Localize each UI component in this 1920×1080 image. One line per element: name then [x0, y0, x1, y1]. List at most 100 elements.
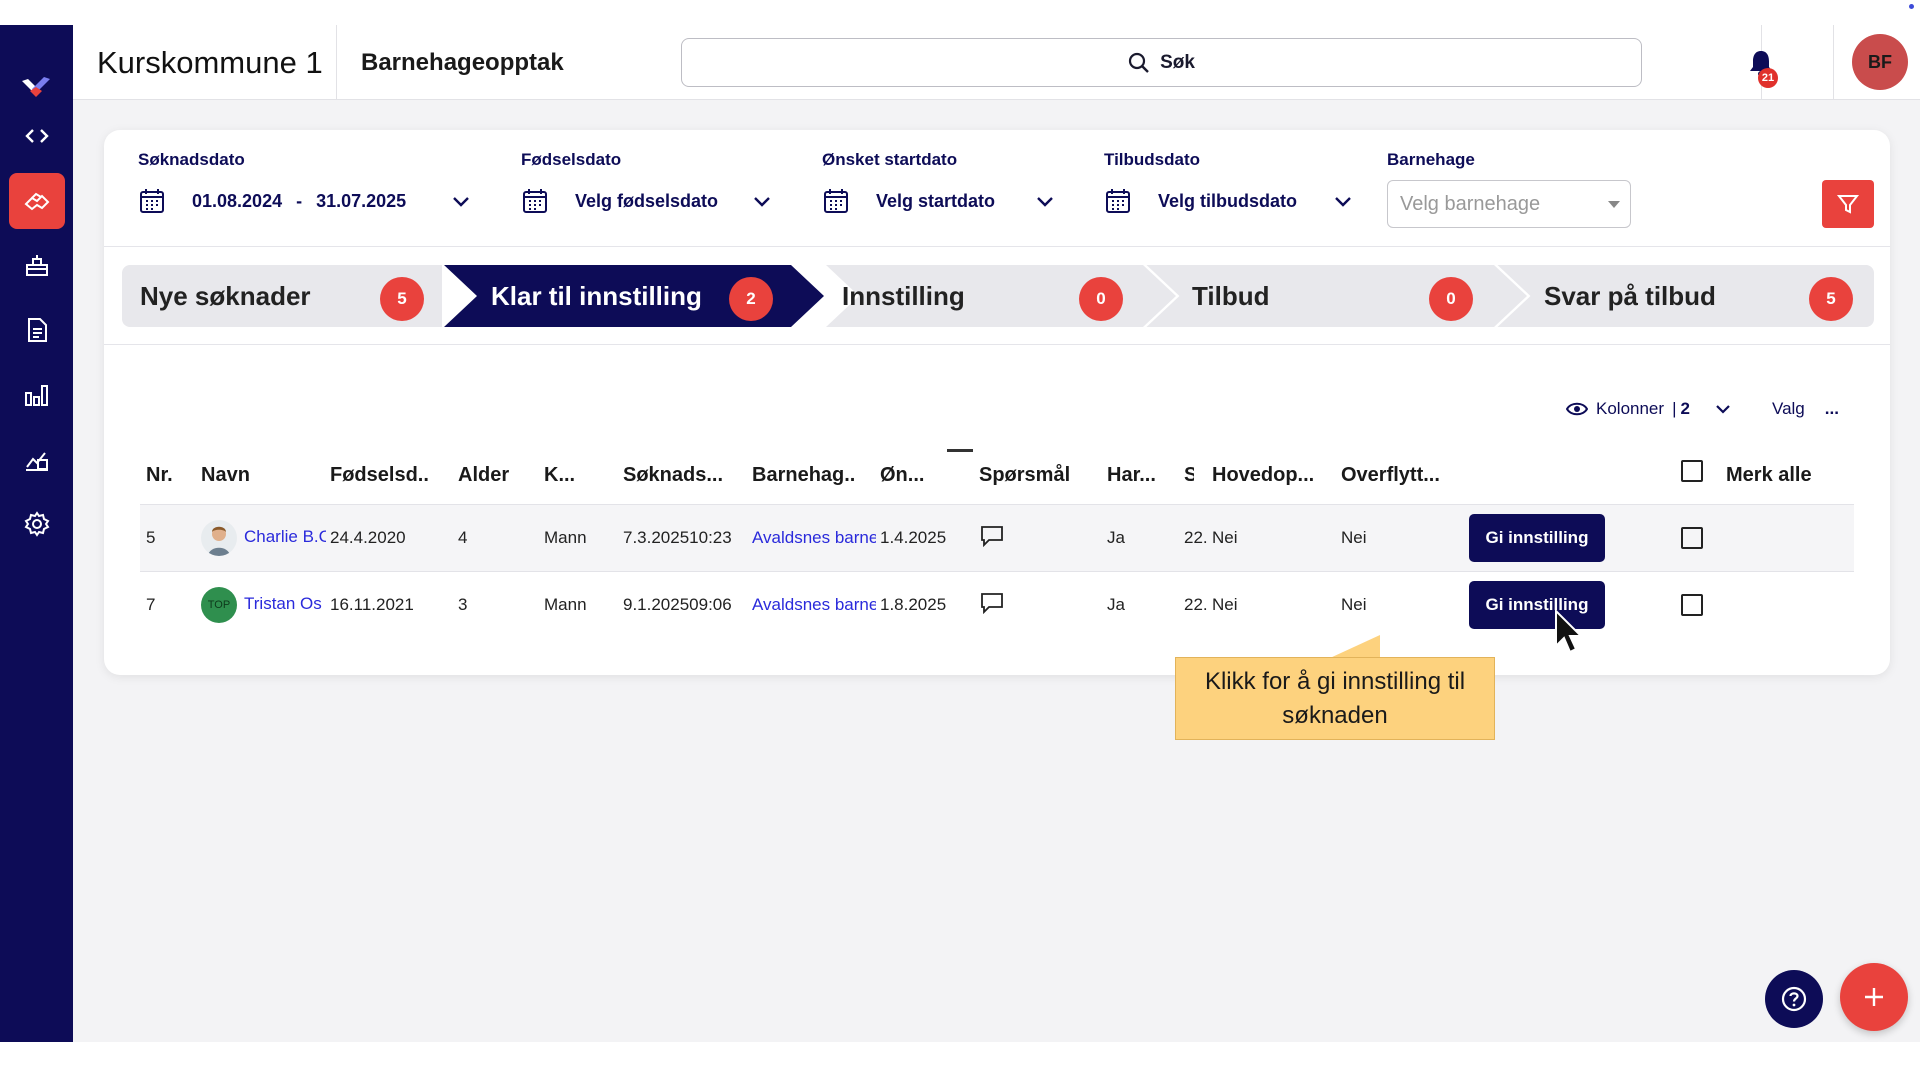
cell-start-date: 1.8.2025	[880, 595, 947, 614]
options-menu[interactable]: Valg ...	[1772, 394, 1839, 424]
row-checkbox[interactable]	[1681, 594, 1703, 616]
sidebar	[0, 25, 73, 1042]
sidebar-item-toggle[interactable]	[9, 108, 65, 164]
cell-gender: Mann	[544, 595, 587, 614]
calendar-icon	[1106, 189, 1130, 213]
chevron-down-icon[interactable]	[1332, 190, 1354, 212]
columns-count: 2	[1680, 399, 1690, 418]
divider	[104, 246, 1890, 247]
chevron-down-icon[interactable]	[751, 190, 773, 212]
search-label: Søk	[1160, 51, 1195, 73]
user-avatar[interactable]: BF	[1852, 34, 1908, 90]
filter-fodselsdato[interactable]: Velg fødselsdato	[521, 186, 718, 216]
chevron-down-icon[interactable]	[450, 190, 472, 212]
sidebar-item-settings[interactable]	[9, 496, 65, 552]
row-checkbox[interactable]	[1681, 527, 1703, 549]
eye-icon	[1566, 402, 1588, 416]
filter-label-tilbudsdato: Tilbudsdato	[1104, 150, 1201, 169]
cell-hovedopptak: Nei	[1212, 528, 1238, 547]
select-all-label: Merk alle	[1726, 464, 1812, 486]
cell-application-date: 7.3.202510:23	[623, 528, 732, 547]
search-input[interactable]: Søk	[681, 38, 1642, 87]
building-chart-icon	[26, 452, 48, 471]
select-all-checkbox[interactable]	[1681, 460, 1703, 482]
chevron-down-icon[interactable]	[1034, 190, 1056, 212]
column-header[interactable]: Fødselsd...	[330, 460, 428, 490]
column-header[interactable]: Alder	[458, 460, 509, 490]
column-header[interactable]: Barnehag...	[752, 460, 856, 490]
column-header[interactable]: Nr.	[146, 460, 173, 490]
tab-tilbud[interactable]: Tilbud	[1192, 265, 1270, 327]
step-count-badge: 5	[1809, 277, 1853, 321]
cell-birthdate: 24.4.2020	[330, 528, 406, 547]
filter-startdato-value: Velg startdato	[876, 190, 996, 211]
cell-name-link[interactable]: Charlie B.C	[244, 525, 326, 549]
column-header[interactable]: Spørsmål	[979, 460, 1070, 490]
add-button[interactable]	[1840, 963, 1908, 1031]
gear-icon	[24, 511, 50, 537]
sidebar-item-opptak[interactable]	[9, 173, 65, 229]
sidebar-item-documents[interactable]	[9, 302, 65, 358]
logo-icon[interactable]	[20, 73, 52, 101]
tab-klar-til-innstilling[interactable]: Klar til innstilling	[491, 265, 702, 327]
organization-name[interactable]: Kurskommune 1	[97, 25, 323, 100]
chat-icon[interactable]	[980, 592, 1004, 614]
calendar-icon	[140, 189, 164, 213]
column-header[interactable]: Søknads...	[623, 460, 725, 490]
child-avatar	[201, 520, 237, 556]
column-header[interactable]: Øn...	[880, 460, 926, 490]
filter-button[interactable]	[1822, 180, 1874, 228]
header-divider	[336, 25, 337, 100]
columns-toggle[interactable]: Kolonner | 2	[1566, 394, 1734, 424]
column-header[interactable]: K...	[544, 460, 575, 490]
column-header[interactable]: Overflytt...	[1341, 460, 1445, 490]
column-resize-handle[interactable]	[947, 449, 973, 452]
cell-s: 22.	[1184, 595, 1208, 614]
header: Kurskommune 1 Barnehageopptak Søk 21 BF	[73, 25, 1920, 100]
barnehage-select[interactable]: Velg barnehage	[1387, 180, 1631, 228]
document-icon	[28, 318, 47, 342]
status-dot	[1909, 4, 1914, 9]
filter-label-startdato: Ønsket startdato	[822, 150, 958, 169]
filter-tilbudsdato[interactable]: Velg tilbudsdato	[1104, 186, 1297, 216]
plus-icon	[1865, 988, 1883, 1006]
sidebar-item-statistics[interactable]	[9, 367, 65, 423]
tab-nye-soknader[interactable]: Nye søknader	[140, 265, 311, 327]
column-header[interactable]: Har...	[1107, 460, 1157, 490]
child-avatar: TOP	[201, 587, 237, 623]
caret-down-icon	[1608, 201, 1620, 208]
sidebar-item-kindergartens[interactable]	[9, 431, 65, 487]
cell-gender: Mann	[544, 528, 587, 547]
step-count-badge: 0	[1429, 277, 1473, 321]
divider	[104, 344, 1890, 345]
chat-icon[interactable]	[980, 525, 1004, 547]
filter-startdato[interactable]: Velg startdato	[822, 186, 995, 216]
cursor-icon	[1555, 608, 1584, 654]
sidebar-item-inbox[interactable]	[9, 237, 65, 293]
cell-nr: 7	[146, 595, 156, 614]
tab-svar-pa-tilbud[interactable]: Svar på tilbud	[1544, 265, 1716, 327]
filter-soknadsdato[interactable]: 01.08.2024 - 31.07.2025	[138, 186, 406, 216]
top-strip	[0, 0, 1920, 25]
cell-kindergarten-link[interactable]: Avaldsnes barne	[752, 526, 876, 550]
cell-kindergarten-link[interactable]: Avaldsnes barne	[752, 593, 876, 617]
column-header[interactable]: S	[1184, 460, 1194, 490]
step-count-badge: 0	[1079, 277, 1123, 321]
cell-age: 4	[458, 528, 468, 547]
gi-innstilling-button[interactable]: Gi innstilling	[1469, 514, 1605, 562]
column-header[interactable]: Hovedop...	[1212, 460, 1316, 490]
inbox-icon	[26, 255, 48, 276]
app-title: Barnehageopptak	[361, 49, 564, 76]
code-icon	[25, 129, 49, 143]
column-header[interactable]: Navn	[201, 460, 250, 490]
filter-label-soknadsdato: Søknadsdato	[138, 150, 245, 169]
help-button[interactable]	[1765, 970, 1823, 1028]
tab-innstilling[interactable]: Innstilling	[842, 265, 965, 327]
notification-badge: 21	[1758, 68, 1778, 88]
options-label: Valg	[1772, 399, 1805, 418]
cell-start-date: 1.4.2025	[880, 528, 947, 547]
chevron-down-icon	[1716, 405, 1730, 414]
status-steps: Nye søknader 5 Klar til innstilling 2 In…	[122, 265, 1874, 327]
cell-name-link[interactable]: Tristan Os	[244, 592, 324, 616]
applications-card: Søknadsdato 01.08.2024 - 31.07.2025 Føds…	[104, 130, 1890, 675]
